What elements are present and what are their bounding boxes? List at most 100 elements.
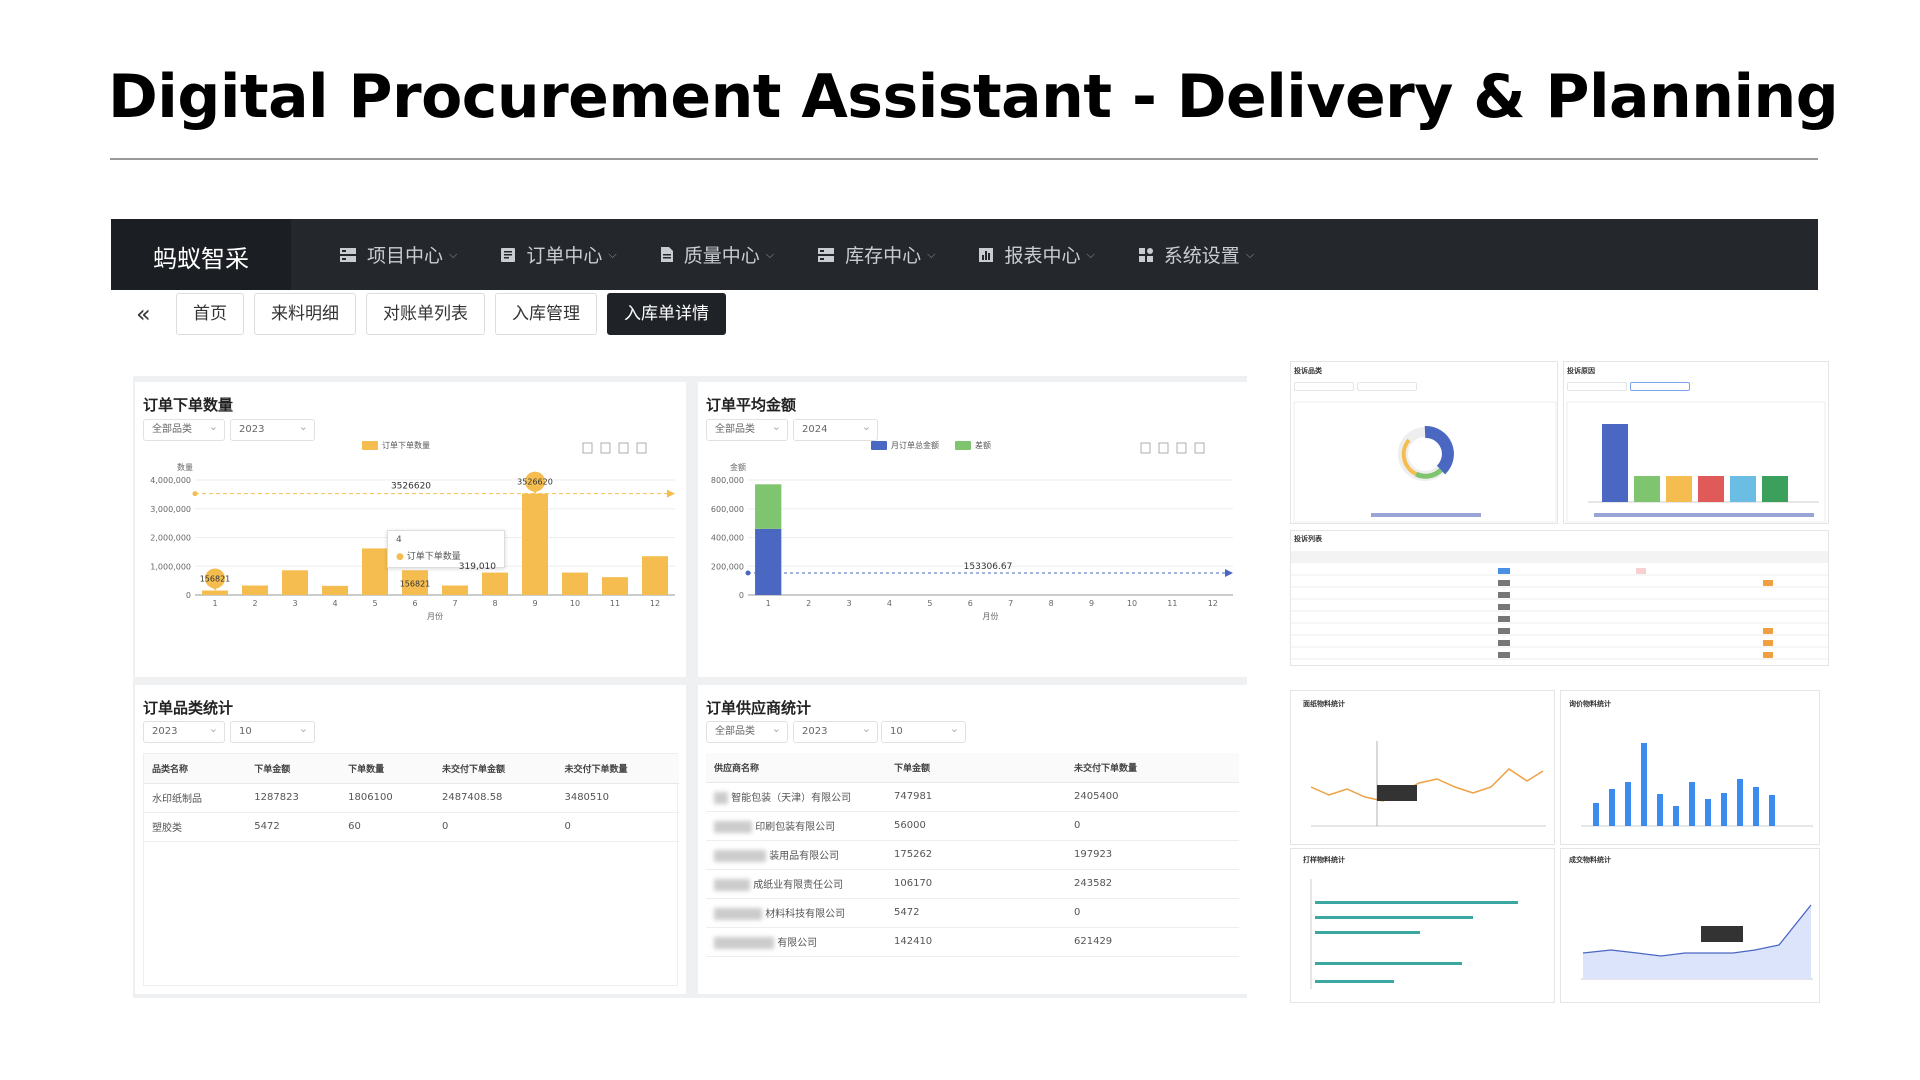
quality-icon — [660, 247, 673, 262]
redacted-block — [714, 850, 766, 862]
donut-chart-thumb — [1293, 401, 1557, 523]
top-navbar: 蚂蚁智采 项目中心 ⌵ 订单中心 ⌵ 质量中心 ⌵ 库存中心 ⌵ 报表中心 ⌵ 系统设置 ⌵ — [111, 219, 1818, 290]
cell: 0 — [433, 812, 557, 842]
menu-item-inventory[interactable]: 库存中心 ⌵ — [817, 241, 935, 268]
menu-item-label: 订单中心 — [526, 245, 603, 267]
x-tick-label: 8 — [1049, 599, 1054, 608]
tooltip-row: ● 订单下单数量 319,010 — [396, 552, 496, 572]
y-axis-title: 数量 — [177, 462, 193, 472]
y-tick-label: 1,000,000 — [150, 562, 191, 571]
x-tick-label: 6 — [412, 599, 417, 608]
average-start-point — [192, 491, 198, 497]
col-header: 下单金额 — [246, 754, 341, 784]
menu-item-report[interactable]: 报表中心 ⌵ — [978, 241, 1095, 268]
cell-text: 印刷包装有限公司 — [755, 822, 836, 833]
title-divider — [110, 158, 1818, 160]
max-pin-label: 3526620 — [517, 478, 553, 487]
col-header: 下单数量 — [340, 754, 434, 784]
table-row[interactable]: 成纸业有限责任公司 106170 243582 — [706, 869, 1239, 899]
tab-statement-list[interactable]: 对账单列表 — [366, 293, 485, 335]
month-select[interactable]: 10 — [230, 719, 315, 743]
year-select[interactable]: 2023 — [143, 719, 225, 743]
menu-item-project[interactable]: 项目中心 ⌵ — [339, 241, 457, 268]
x-tick-label: 8 — [492, 599, 497, 608]
cell: 56000 — [886, 811, 1066, 841]
thumb-stat-0: 面纸物料统计 — [1290, 690, 1555, 845]
category-stats-panel: 订单品类统计 2023 10 品类名称 下单金额 下单数量 未交付下单金额 未交… — [135, 685, 686, 994]
redacted-block — [714, 879, 750, 891]
table-row[interactable]: 塑胶类 5472 60 0 0 — [144, 812, 679, 842]
hbar-chart-thumb — [1310, 879, 1518, 989]
bar — [362, 548, 388, 595]
x-tick-label: 2 — [252, 599, 257, 608]
table-row[interactable]: 印刷包装有限公司 56000 0 — [706, 811, 1239, 841]
supplier-name-cell: 有限公司 — [706, 927, 886, 957]
bar — [202, 590, 228, 595]
table-row[interactable]: 装用品有限公司 175262 197923 — [706, 840, 1239, 870]
cell: 621429 — [1066, 927, 1239, 957]
app-logo[interactable]: 蚂蚁智采 — [111, 219, 291, 290]
table-row[interactable]: 水印纸制品 1287823 1806100 2487408.58 3480510 — [144, 783, 679, 813]
table-row[interactable]: 材料科技有限公司 5472 0 — [706, 898, 1239, 928]
cell: 塑胶类 — [144, 812, 247, 842]
cell-text: 有限公司 — [777, 938, 818, 949]
year-select[interactable]: 2023 — [793, 719, 878, 743]
col-header: 品类名称 — [144, 754, 247, 784]
cell: 197923 — [1066, 840, 1239, 870]
tab-warehouse-receipt[interactable]: 入库单详情 — [607, 293, 726, 335]
slide-title: Digital Procurement Assistant - Delivery… — [108, 62, 1839, 132]
supplier-name-cell: 智能包装（天津）有限公司 — [706, 782, 886, 812]
data-view-icon — [582, 442, 593, 454]
tab-home[interactable]: 首页 — [176, 293, 244, 335]
x-tick-label: 2 — [806, 599, 811, 608]
menu-item-quality[interactable]: 质量中心 ⌵ — [660, 241, 774, 268]
chevron-down-icon: ⌵ — [449, 247, 458, 261]
cell: 1287823 — [246, 783, 341, 813]
y-tick-label: 400,000 — [711, 534, 744, 543]
x-tick-label: 7 — [452, 599, 457, 608]
redacted-block — [714, 908, 762, 920]
month-select[interactable]: 10 — [881, 719, 966, 743]
collapse-icon[interactable]: « — [136, 300, 158, 328]
avg-amount-chart: 金额0200,000400,000600,000800,0001 2 3 4 5 6 7 8 9… — [711, 440, 1233, 621]
tab-warehousing[interactable]: 入库管理 — [495, 293, 597, 335]
category-select[interactable]: 全部品类 — [706, 719, 788, 743]
tooltip-value: 319,010 — [458, 562, 496, 572]
y-tick-label: 4,000,000 — [150, 476, 191, 485]
thumb-stat-3: 成交物料统计 — [1560, 848, 1820, 1003]
chevron-down-icon: ⌵ — [1086, 247, 1095, 261]
col-header: 未交付下单数量 — [556, 754, 679, 784]
bar-chart-thumb — [1581, 743, 1813, 827]
order-qty-panel: 订单下单数量 全部品类 2023 数量01,000,0002,000,0003,… — [135, 382, 686, 677]
x-tick-label: 11 — [1167, 599, 1177, 608]
average-start-point — [745, 570, 751, 576]
table-row[interactable]: 智能包装（天津）有限公司 747981 2405400 — [706, 782, 1239, 812]
bar — [442, 585, 468, 595]
menu-item-settings[interactable]: 系统设置 ⌵ — [1138, 241, 1254, 268]
cell-text: 智能包装（天津）有限公司 — [731, 793, 852, 804]
legend-label: 差额 — [975, 440, 991, 450]
average-arrow — [667, 489, 675, 498]
x-tick-label: 12 — [1208, 599, 1218, 608]
thumb-complaint-category: 投诉品类 — [1290, 361, 1558, 524]
tooltip-month: 4 — [396, 535, 402, 545]
hover-label: 156821 — [400, 579, 431, 588]
bar-switch-icon — [618, 442, 629, 454]
main-menu: 项目中心 ⌵ 订单中心 ⌵ 质量中心 ⌵ 库存中心 ⌵ 报表中心 ⌵ 系统设置 ⌵ — [339, 219, 1297, 290]
data-view-icon — [1140, 442, 1151, 454]
menu-item-order[interactable]: 订单中心 ⌵ — [500, 241, 617, 268]
x-axis-title: 月份 — [983, 611, 999, 621]
redacted-block — [714, 937, 774, 949]
y-tick-label: 800,000 — [711, 476, 744, 485]
cell: 1806100 — [340, 783, 434, 813]
table-row[interactable]: 有限公司 142410 621429 — [706, 927, 1239, 957]
legend-swatch — [362, 441, 378, 450]
tab-incoming-details[interactable]: 来料明细 — [254, 293, 356, 335]
thumb-stat-2: 打样物料统计 — [1290, 848, 1555, 1003]
x-tick-label: 3 — [846, 599, 851, 608]
settings-icon — [1138, 247, 1153, 262]
x-tick-label: 4 — [887, 599, 892, 608]
line-chart-thumb — [1310, 741, 1546, 827]
project-icon — [340, 247, 356, 262]
menu-item-label: 报表中心 — [1004, 245, 1081, 267]
